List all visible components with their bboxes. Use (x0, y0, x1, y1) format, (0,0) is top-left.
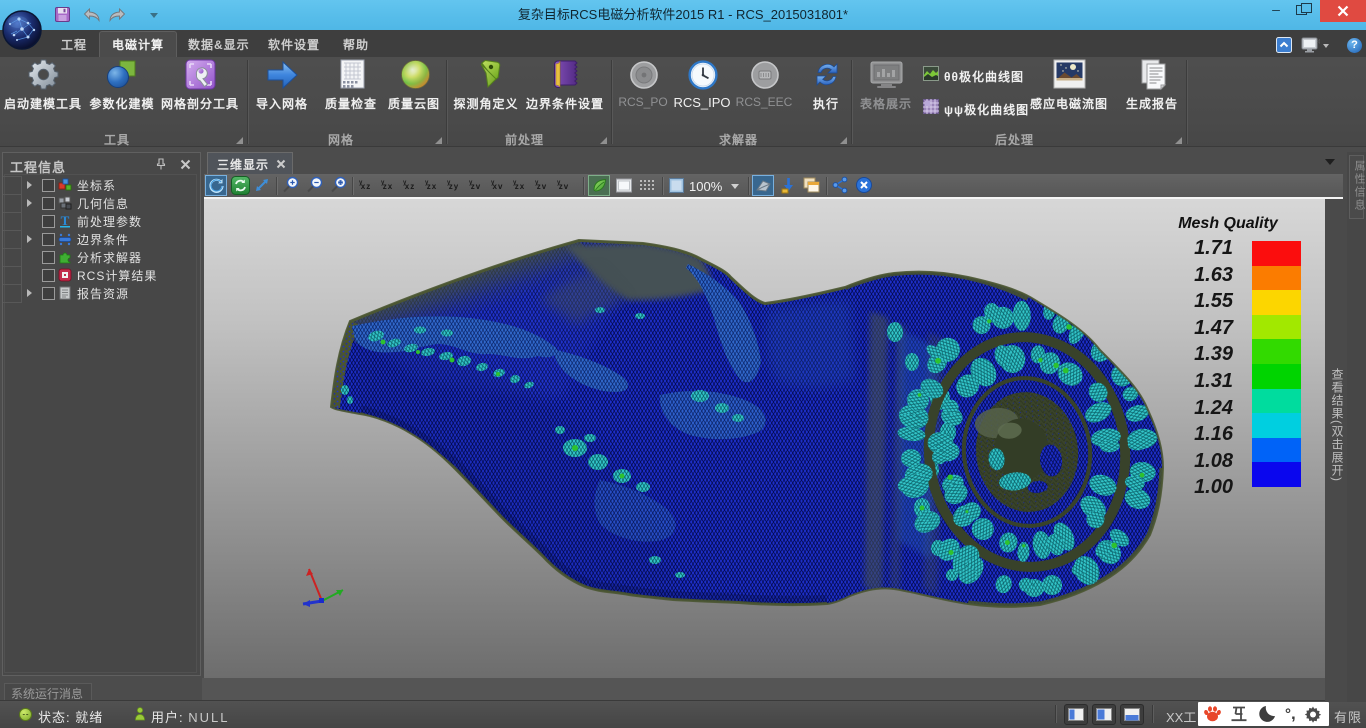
svg-text:4: 4 (1317, 39, 1320, 46)
svg-text:T: T (61, 214, 70, 228)
